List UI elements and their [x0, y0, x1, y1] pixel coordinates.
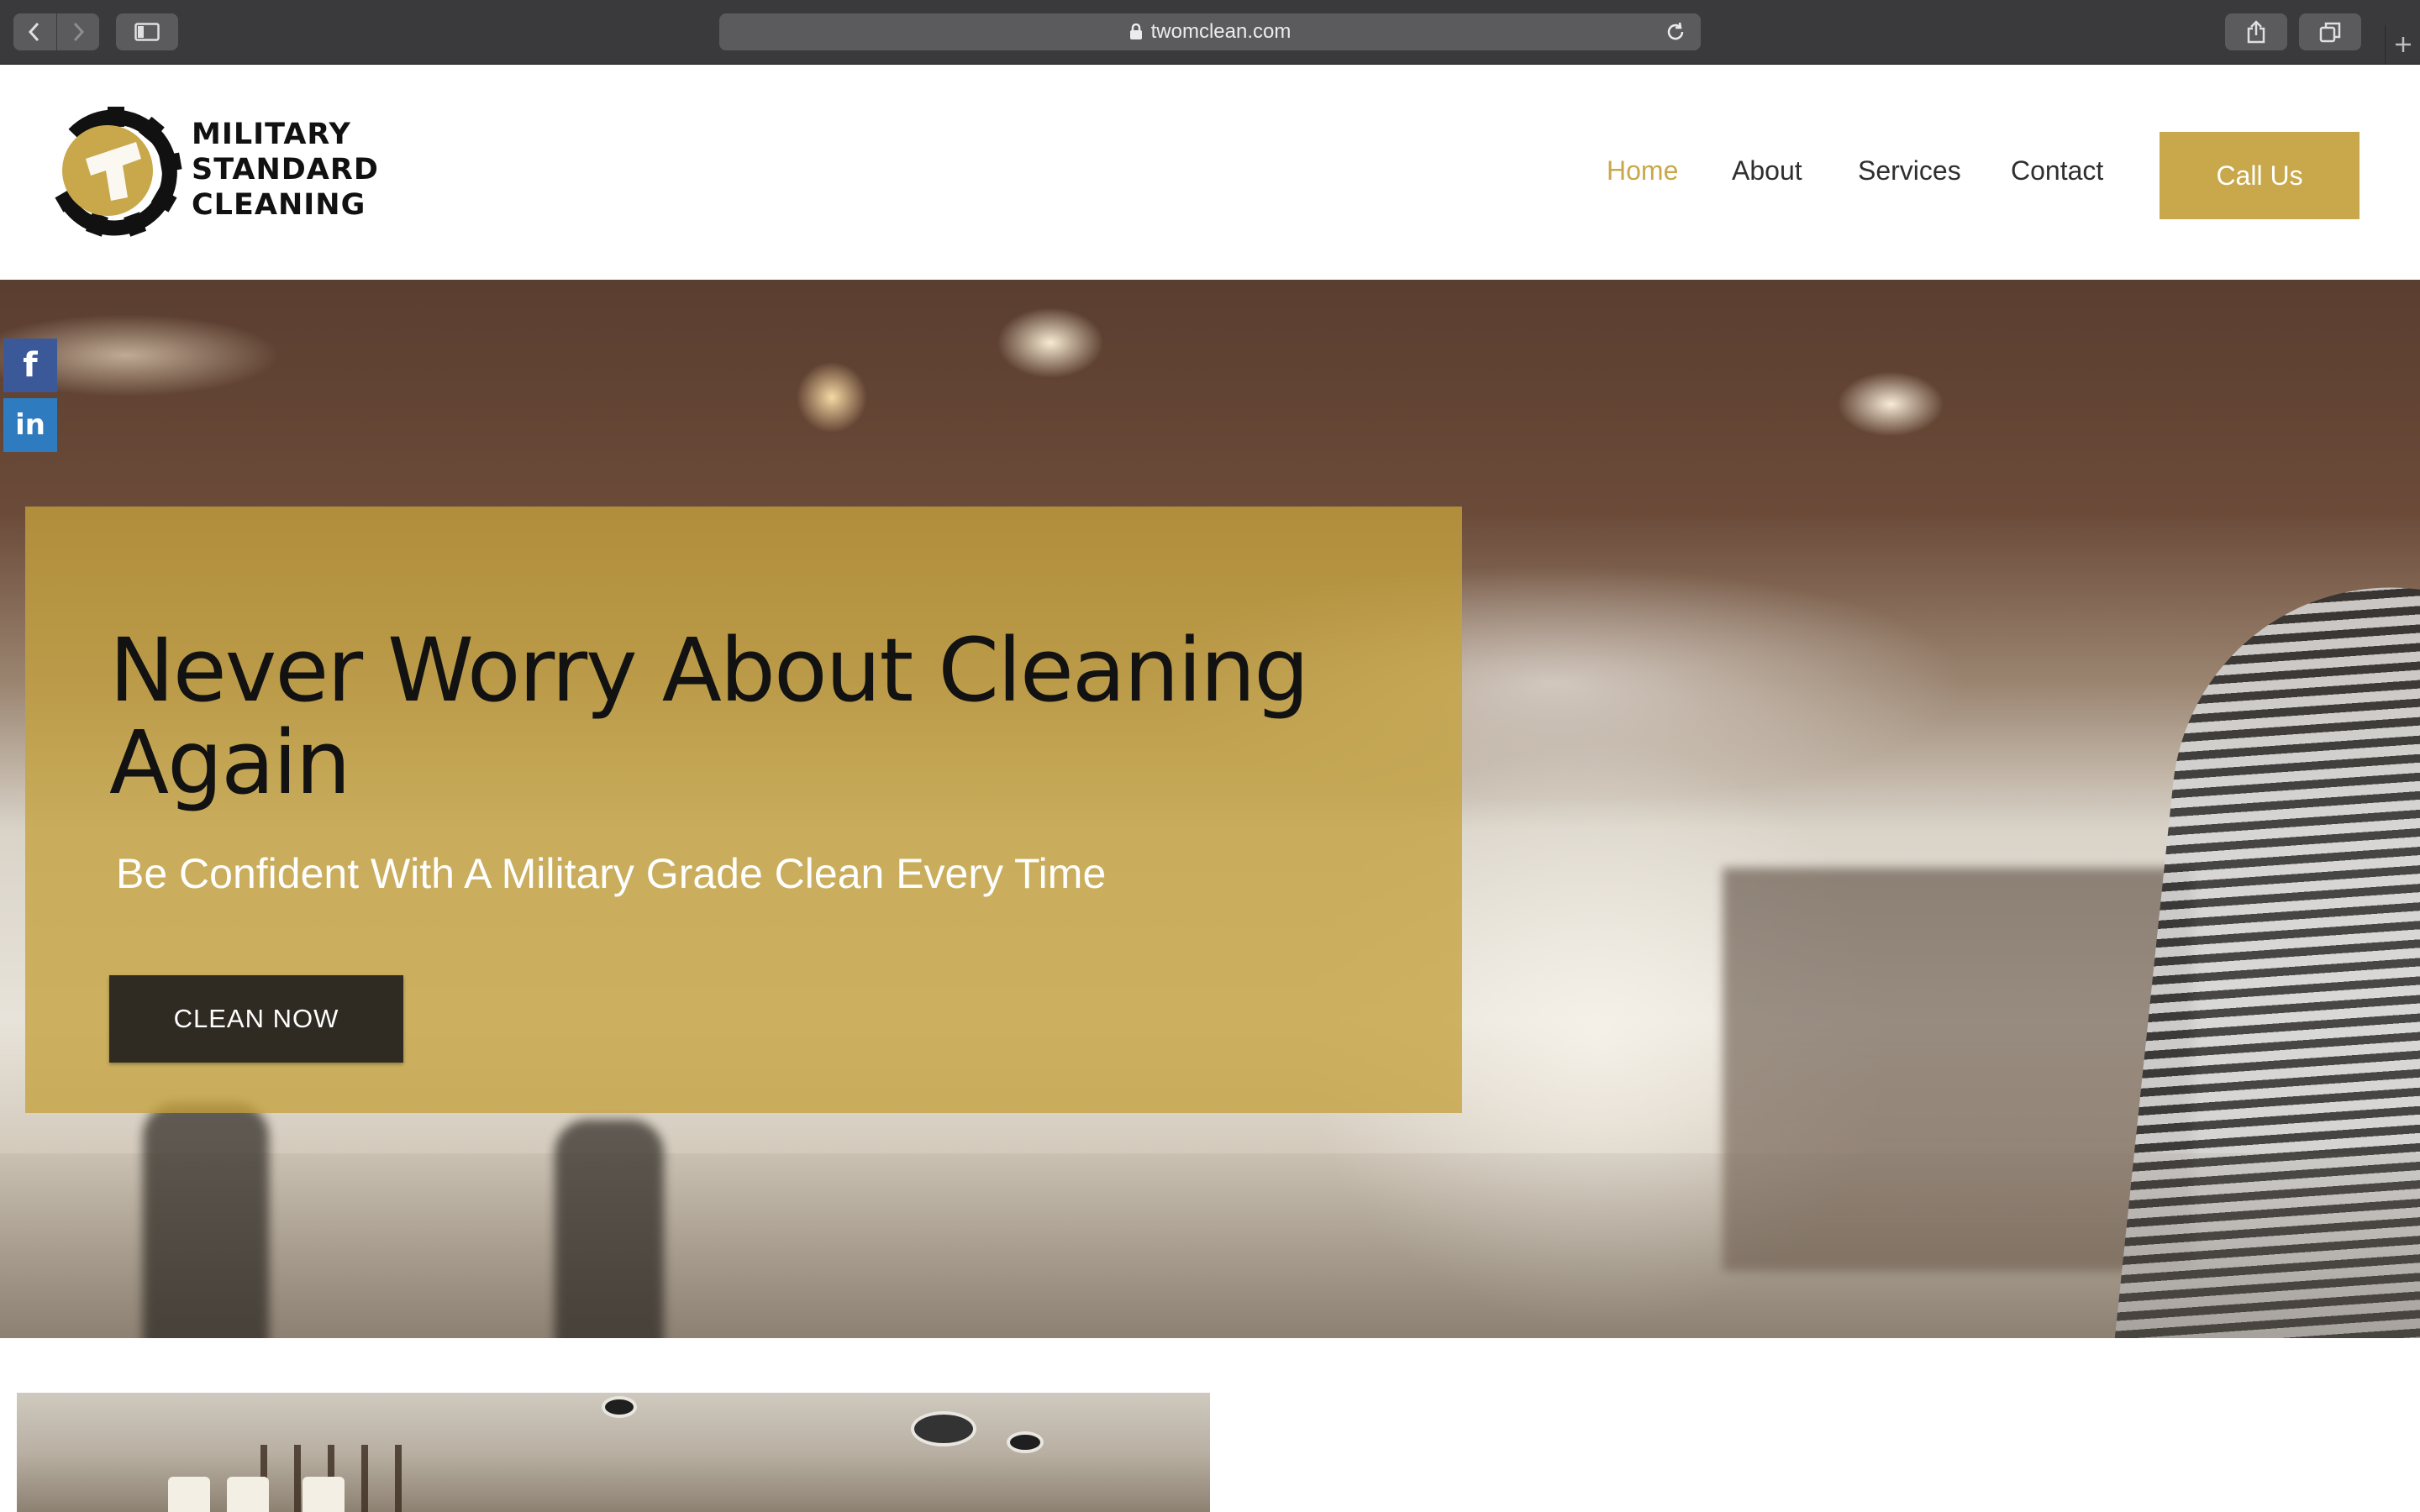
- lamp-shade: [227, 1477, 269, 1512]
- reload-icon[interactable]: [1665, 22, 1686, 48]
- site-logo[interactable]: MILITARY STANDARD CLEANING: [47, 105, 400, 239]
- background-person: [555, 1120, 664, 1338]
- nav-services[interactable]: Services: [1858, 155, 1961, 186]
- ceiling-light: [602, 1396, 637, 1418]
- facebook-share-button[interactable]: f: [3, 339, 57, 392]
- clean-now-button[interactable]: CLEAN NOW: [109, 975, 403, 1063]
- linkedin-icon: in: [15, 408, 45, 442]
- hero-subtitle: Be Confident With A Military Grade Clean…: [116, 850, 1107, 897]
- background-floor: [0, 1153, 2420, 1338]
- forward-icon: [73, 22, 84, 42]
- gear-logo-icon: [55, 107, 182, 237]
- site-header: MILITARY STANDARD CLEANING Home About Se…: [0, 65, 2420, 280]
- nav-home[interactable]: Home: [1607, 155, 1678, 186]
- back-button[interactable]: [13, 13, 56, 50]
- hero-card: Never Worry About Cleaning Again Be Conf…: [25, 507, 1462, 1113]
- sidebar-button[interactable]: [116, 13, 178, 50]
- facebook-icon: f: [23, 346, 38, 385]
- address-bar[interactable]: twomclean.com: [719, 13, 1701, 50]
- call-us-button[interactable]: Call Us: [2160, 132, 2360, 219]
- lamp-shade: [168, 1477, 210, 1512]
- tabs-overview-button[interactable]: [2299, 13, 2361, 50]
- ceiling-vent: [911, 1411, 976, 1446]
- lock-icon: [1129, 24, 1143, 40]
- ceiling-light: [1007, 1431, 1044, 1453]
- forward-button[interactable]: [55, 13, 100, 50]
- plus-icon: [2396, 37, 2411, 52]
- url-text: twomclean.com: [1150, 20, 1292, 43]
- linkedin-share-button[interactable]: in: [3, 398, 57, 452]
- share-icon: [2247, 20, 2265, 44]
- new-tab-button[interactable]: [2385, 25, 2420, 64]
- background-person: [143, 1103, 269, 1338]
- nav-about[interactable]: About: [1732, 155, 1802, 186]
- tabs-icon: [2319, 22, 2341, 43]
- nav-contact[interactable]: Contact: [2011, 155, 2103, 186]
- sidebar-icon: [134, 23, 160, 41]
- share-button[interactable]: [2225, 13, 2287, 50]
- lamp-shade: [302, 1477, 345, 1512]
- logo-line: MILITARY: [192, 118, 351, 151]
- back-icon: [29, 22, 39, 42]
- logo-line: STANDARD: [192, 153, 379, 186]
- hero-title: Never Worry About Cleaning Again: [109, 619, 1309, 814]
- history-nav: [13, 13, 99, 50]
- browser-toolbar: twomclean.com: [0, 0, 2420, 65]
- logo-wordmark: MILITARY STANDARD CLEANING: [192, 117, 379, 223]
- logo-line: CLEANING: [192, 188, 366, 222]
- office-ceiling-image: [17, 1393, 1210, 1512]
